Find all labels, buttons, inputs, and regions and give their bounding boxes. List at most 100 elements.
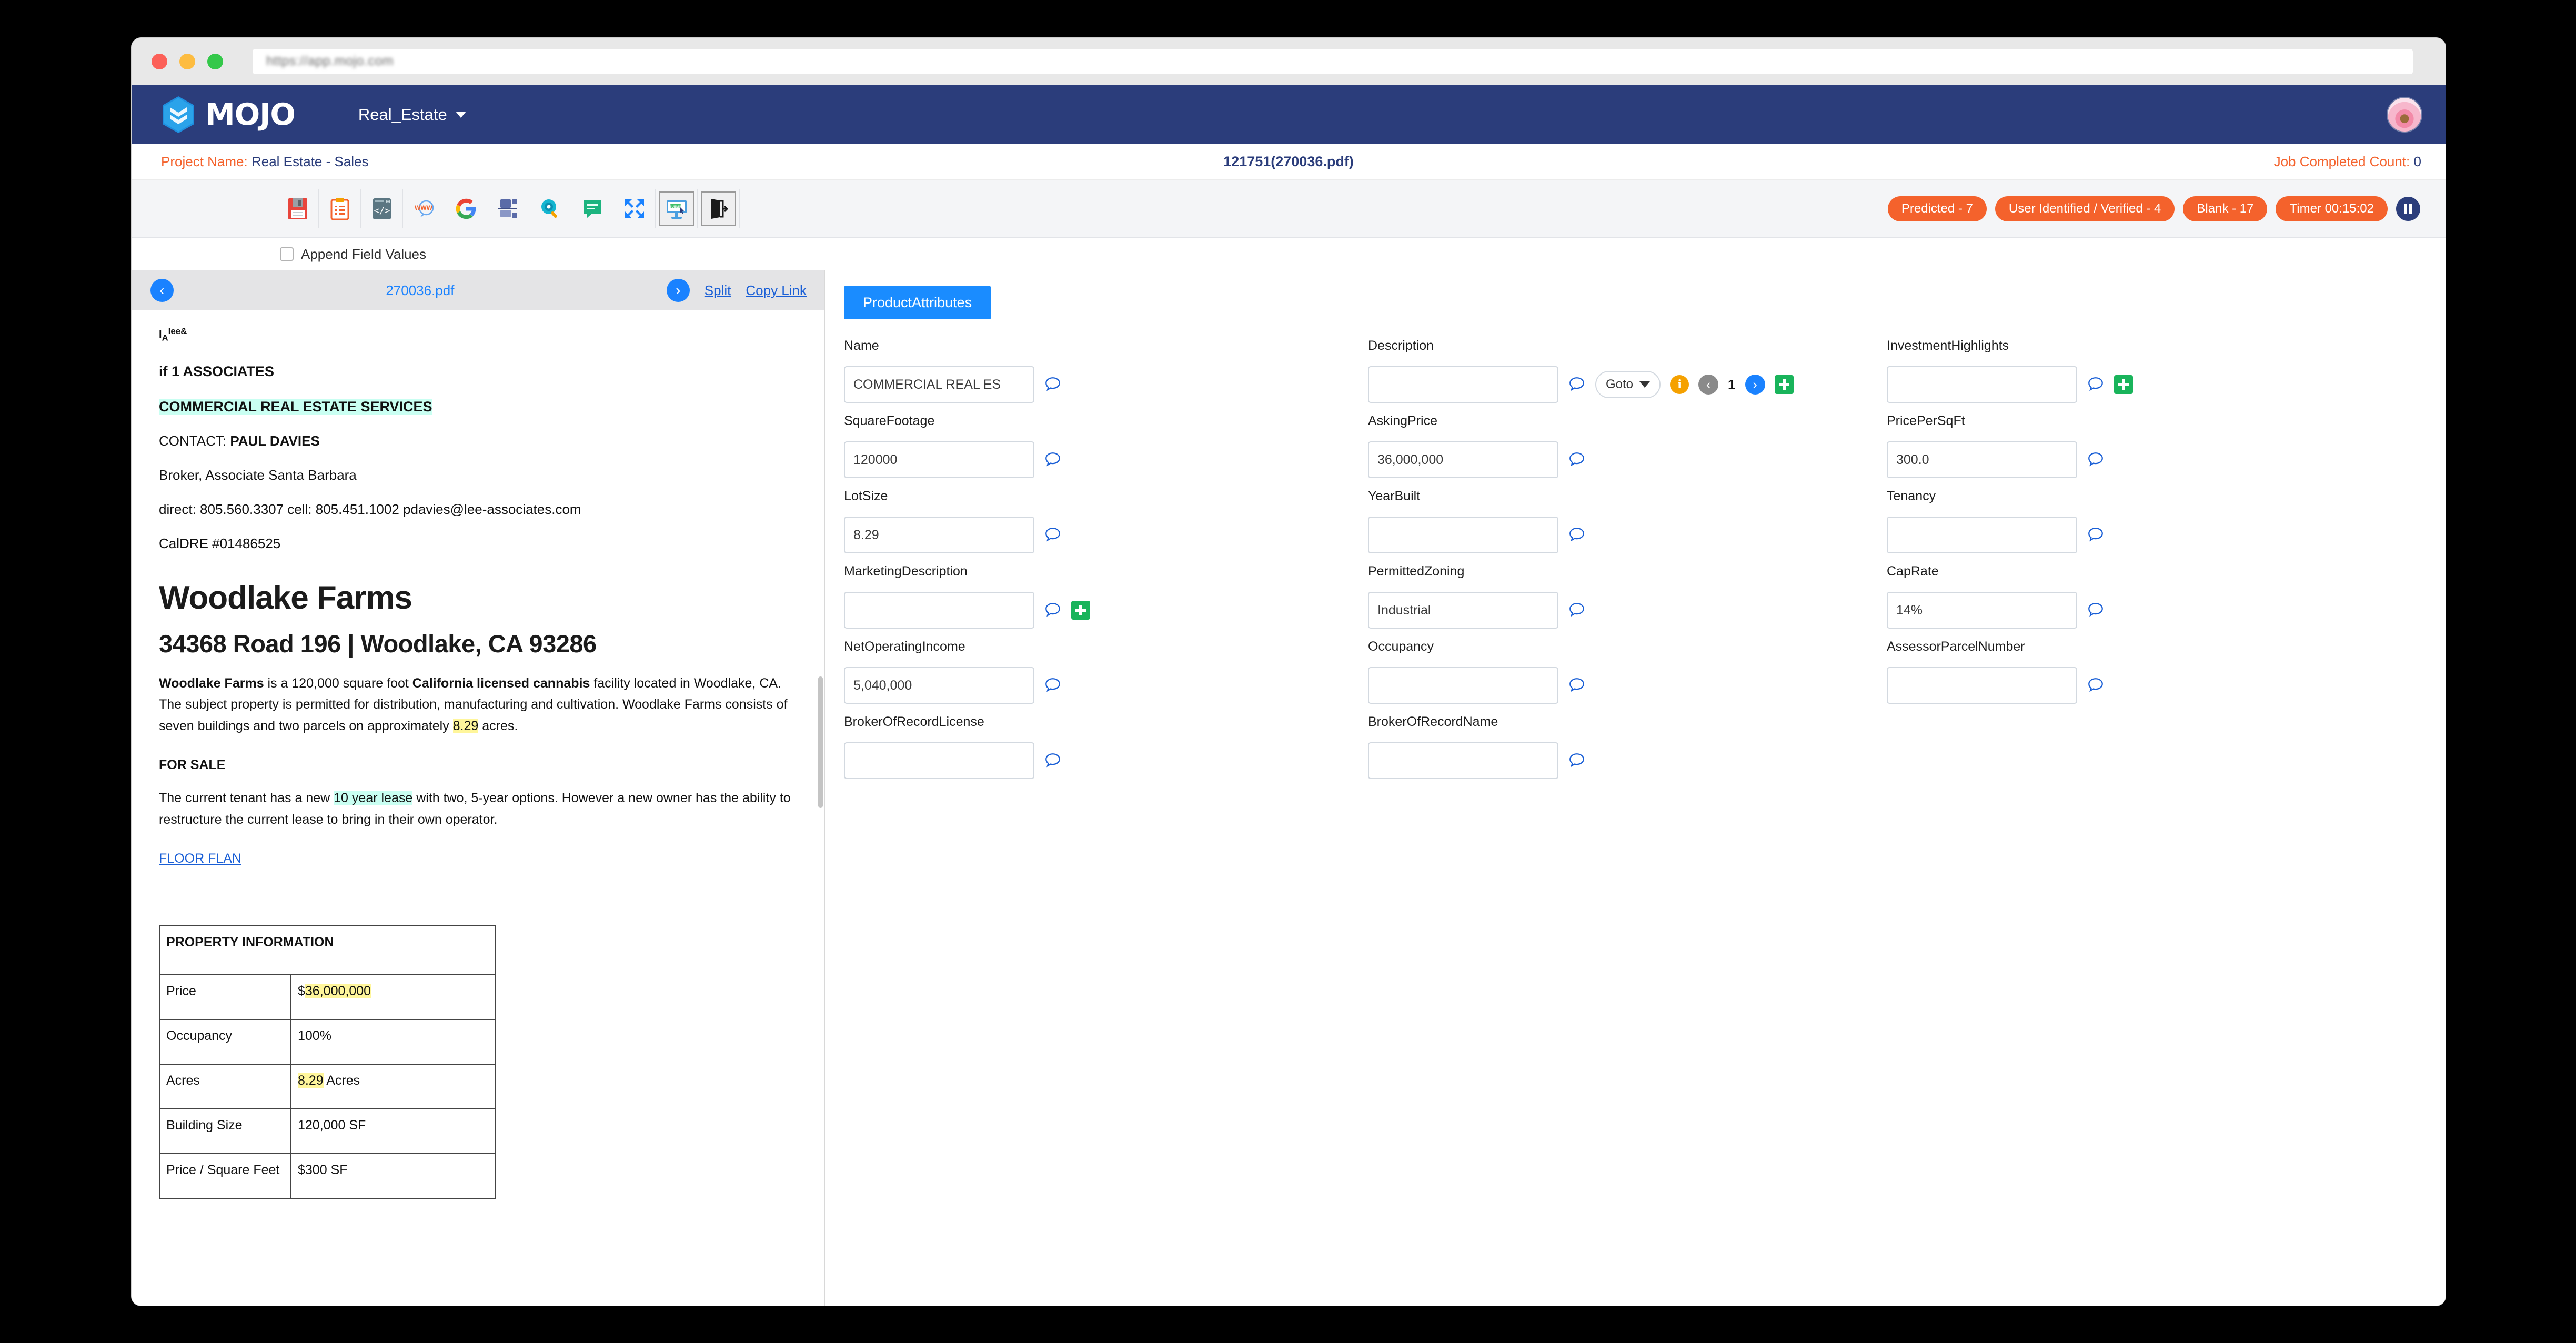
window-controls[interactable] (152, 53, 223, 69)
property-information-table: PROPERTY INFORMATION Price $36,000,000 O… (159, 925, 496, 1199)
save-button[interactable] (277, 189, 319, 228)
comment-bubble-icon[interactable] (1044, 752, 1062, 770)
close-window-button[interactable] (152, 53, 167, 69)
google-search-button[interactable] (445, 189, 487, 228)
comment-bubble-icon[interactable] (2087, 601, 2105, 619)
field-lot-size: LotSize 8.29 (844, 489, 1368, 553)
job-count-label: Job Completed Count: (2273, 154, 2410, 169)
investment-highlights-input[interactable] (1887, 366, 2077, 403)
highlight-lease: 10 year lease (334, 791, 413, 806)
name-input[interactable]: COMMERCIAL REAL ES (844, 366, 1034, 403)
price-per-sqft-input[interactable]: 300.0 (1887, 441, 2077, 478)
brand-logo[interactable]: MOJO (161, 96, 296, 134)
next-page-button[interactable]: › (666, 279, 690, 302)
match-index: 1 (1728, 376, 1736, 392)
marketing-description-input[interactable] (844, 592, 1034, 629)
pdf-scrollbar[interactable] (818, 314, 823, 1302)
code-button[interactable]: </> (361, 189, 403, 228)
table-row: Price / Square Feet $300 SF (159, 1153, 496, 1199)
comment-bubble-icon[interactable] (1568, 676, 1586, 694)
comment-bubble-icon[interactable] (1568, 752, 1586, 770)
permitted-zoning-input[interactable]: Industrial (1368, 592, 1558, 629)
comment-button[interactable] (571, 189, 613, 228)
tabstrip: ProductAttributes (825, 286, 2446, 319)
prev-match-button[interactable]: ‹ (1698, 375, 1719, 395)
doc-address: 34368 Road 196 | Woodlake, CA 93286 (159, 629, 597, 658)
asking-price-input[interactable]: 36,000,000 (1368, 441, 1558, 478)
doc-contact: CONTACT: PAUL DAVIES (159, 432, 320, 449)
info-icon[interactable]: i (1670, 375, 1689, 394)
add-marketing-description-button[interactable] (1071, 601, 1090, 620)
comment-bubble-icon[interactable] (2087, 676, 2105, 694)
pause-timer-button[interactable] (2396, 196, 2420, 221)
comment-bubble-icon[interactable] (2087, 451, 2105, 469)
comment-bubble-icon[interactable] (1044, 601, 1062, 619)
comment-bubble-icon[interactable] (1044, 376, 1062, 393)
comment-bubble-icon[interactable] (1568, 601, 1586, 619)
floor-plan-link[interactable]: FLOOR FLAN (159, 851, 242, 866)
field-label: Tenancy (1887, 489, 1936, 503)
comment-bubble-icon[interactable] (1044, 526, 1062, 544)
chevron-down-icon (455, 112, 466, 118)
property-table-title: PROPERTY INFORMATION (159, 925, 496, 976)
broker-of-record-name-input[interactable] (1368, 742, 1558, 779)
pdf-pane: ‹ 270036.pdf › Split Copy Link lAlee& if… (132, 270, 825, 1306)
svg-text:WWW: WWW (415, 204, 433, 211)
svg-text:</>: </> (374, 206, 390, 216)
clipboard-button[interactable] (319, 189, 361, 228)
add-description-button[interactable] (1774, 375, 1794, 394)
broker-of-record-license-input[interactable] (844, 742, 1034, 779)
url-bar[interactable]: https://app.mojo.com (253, 48, 2413, 74)
comment-bubble-icon[interactable] (2087, 376, 2105, 393)
description-input[interactable] (1368, 366, 1558, 403)
status-badge-verified[interactable]: User Identified / Verified - 4 (1995, 196, 2175, 221)
net-operating-income-input[interactable]: 5,040,000 (844, 667, 1034, 704)
status-badge-predicted[interactable]: Predicted - 7 (1887, 196, 1987, 221)
expand-button[interactable] (613, 189, 656, 228)
table-row: Price $36,000,000 (159, 974, 496, 1021)
tenancy-input[interactable] (1887, 517, 2077, 553)
minimize-window-button[interactable] (179, 53, 195, 69)
tab-product-attributes[interactable]: ProductAttributes (844, 286, 991, 319)
comment-bubble-icon[interactable] (1044, 451, 1062, 469)
goto-dropdown[interactable]: Goto (1595, 371, 1661, 398)
prev-page-button[interactable]: ‹ (150, 279, 174, 302)
copy-link-link[interactable]: Copy Link (746, 282, 807, 299)
exit-button[interactable] (698, 189, 740, 228)
field-label: BrokerOfRecordLicense (844, 714, 984, 729)
layout-icon (497, 199, 517, 218)
maximize-window-button[interactable] (207, 53, 223, 69)
field-label: NetOperatingIncome (844, 639, 965, 654)
comment-bubble-icon[interactable] (2087, 526, 2105, 544)
zoom-search-icon (541, 199, 557, 218)
comment-bubble-icon[interactable] (1568, 376, 1586, 393)
occupancy-input[interactable] (1368, 667, 1558, 704)
job-count-value: 0 (2413, 154, 2421, 169)
fields-grid: Name COMMERCIAL REAL ES Description Goto (825, 338, 2446, 790)
square-footage-input[interactable]: 120000 (844, 441, 1034, 478)
app-navbar: MOJO Real_Estate (132, 85, 2446, 144)
comment-bubble-icon[interactable] (1044, 676, 1062, 694)
submit-screen-button[interactable]: SUBMIT (656, 189, 698, 228)
lot-size-input[interactable]: 8.29 (844, 517, 1034, 553)
www-button[interactable]: WWW (403, 189, 445, 228)
comment-bubble-icon[interactable] (1568, 526, 1586, 544)
field-asking-price: AskingPrice 36,000,000 (1368, 413, 1887, 478)
comment-bubble-icon[interactable] (1568, 451, 1586, 469)
zoom-search-button[interactable] (529, 189, 571, 228)
mojo-hexagon-icon (163, 96, 194, 133)
cap-rate-input[interactable]: 14% (1887, 592, 2077, 629)
field-label: Description (1368, 338, 1434, 353)
add-investment-highlight-button[interactable] (2114, 375, 2133, 394)
append-field-values-checkbox[interactable] (280, 247, 294, 261)
status-badge-blank[interactable]: Blank - 17 (2183, 196, 2268, 221)
assessor-parcel-number-input[interactable] (1887, 667, 2077, 704)
avatar[interactable] (2388, 98, 2421, 132)
layout-measure-button[interactable] (487, 189, 529, 228)
status-badge-timer[interactable]: Timer 00:15:02 (2276, 196, 2388, 221)
pdf-file-name[interactable]: 270036.pdf (174, 282, 667, 299)
project-dropdown[interactable]: Real_Estate (358, 105, 466, 124)
split-link[interactable]: Split (705, 282, 731, 299)
year-built-input[interactable] (1368, 517, 1558, 553)
next-match-button[interactable]: › (1745, 375, 1765, 395)
